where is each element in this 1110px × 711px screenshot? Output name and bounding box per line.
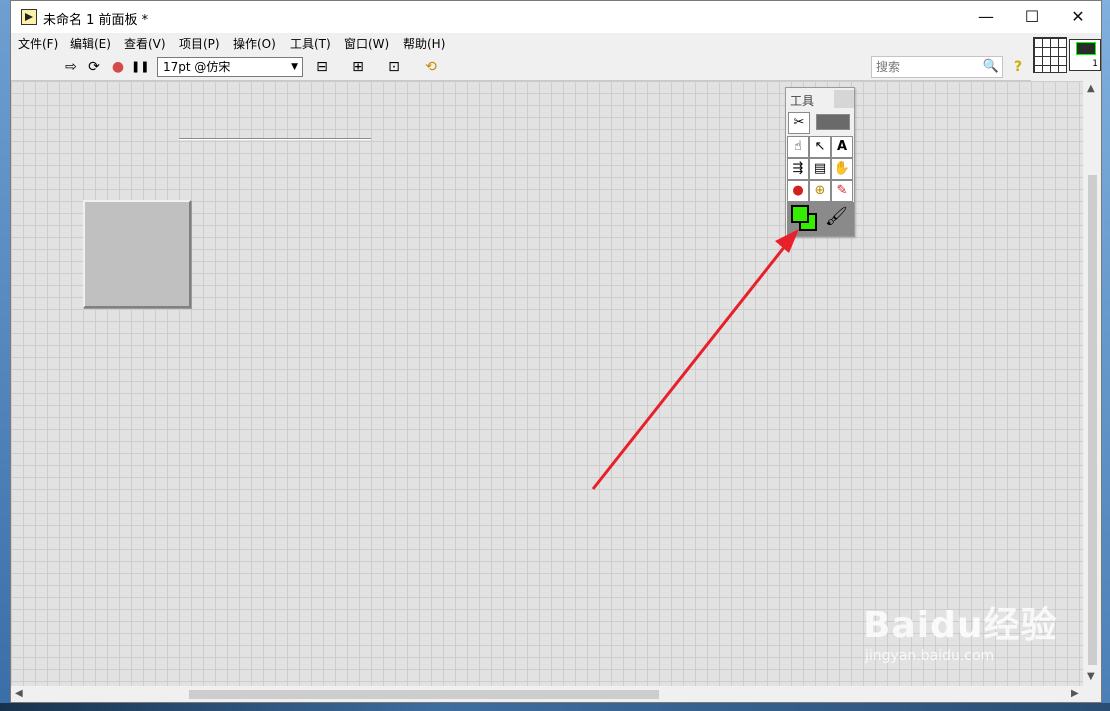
- search-field[interactable]: 🔍: [871, 56, 1003, 78]
- menu-help[interactable]: 帮助(H): [403, 35, 445, 52]
- set-color-tool[interactable]: 🖌: [787, 202, 854, 236]
- labview-front-panel-window: 未命名 1 前面板 * — ☐ ✕ 文件(F) 编辑(E) 查看(V) 项目(P…: [10, 0, 1102, 703]
- search-input[interactable]: [876, 59, 976, 75]
- watermark-brand: Baidu经验: [863, 596, 1058, 648]
- probe-tool-icon[interactable]: ⊕: [809, 180, 831, 202]
- tools-palette: 工具 ✂ ☝ ↖ A ⇶ ▤ ✋ ● ⊕ ✎ 🖌: [785, 87, 855, 237]
- align-objects-icon[interactable]: ⊟: [309, 58, 335, 76]
- breakpoint-tool-icon[interactable]: ●: [787, 180, 809, 202]
- run-arrow-icon[interactable]: ⇨: [63, 58, 79, 76]
- scroll-right-arrow-icon[interactable]: ▶: [1071, 688, 1079, 699]
- automatic-led-icon[interactable]: [816, 114, 850, 130]
- scroll-down-arrow-icon[interactable]: ▼: [1087, 671, 1095, 682]
- menu-project[interactable]: 项目(P): [179, 35, 220, 52]
- desktop-bottom: [0, 703, 1110, 711]
- tools-palette-title: 工具: [790, 94, 815, 108]
- desktop-left: [0, 0, 10, 711]
- close-button[interactable]: ✕: [1055, 1, 1101, 33]
- decoration-raised-box[interactable]: [83, 200, 191, 308]
- watermark-brand-left: Bai: [863, 605, 931, 646]
- reorder-icon[interactable]: ⟲: [417, 58, 445, 76]
- scroll-left-arrow-icon[interactable]: ◀: [15, 688, 23, 699]
- menubar: 文件(F) 编辑(E) 查看(V) 项目(P) 操作(O) 工具(T) 窗口(W…: [11, 33, 1031, 53]
- operate-value-tool-icon[interactable]: ☝: [787, 136, 809, 158]
- menu-tools[interactable]: 工具(T): [290, 35, 331, 52]
- shortcut-menu-tool-icon[interactable]: ▤: [809, 158, 831, 180]
- toolbar: ⇨ ⟳ ● ❚❚ 17pt @仿宋 ▼ ⊟ ⊞ ⊡ ⟲ 🔍 ?: [11, 53, 1031, 81]
- pause-icon[interactable]: ❚❚: [131, 58, 149, 76]
- paintbrush-icon[interactable]: 🖌: [825, 206, 848, 227]
- chevron-down-icon: ▼: [291, 62, 298, 72]
- scroll-tool-icon[interactable]: ✋: [831, 158, 853, 180]
- menu-edit[interactable]: 编辑(E): [70, 35, 111, 52]
- window-title: 未命名 1 前面板 *: [43, 13, 149, 28]
- horizontal-scroll-thumb[interactable]: [189, 690, 659, 699]
- desktop-right: [1102, 0, 1110, 711]
- distribute-objects-icon[interactable]: ⊞: [345, 58, 371, 76]
- search-icon[interactable]: 🔍: [982, 58, 1000, 76]
- horizontal-scrollbar[interactable]: ◀ ▶: [11, 686, 1101, 702]
- connector-pane[interactable]: [1033, 37, 1067, 73]
- baidu-jingyan-watermark: Baidu经验 jingyan.baidu.com: [863, 596, 1058, 664]
- automatic-tool-icon[interactable]: ✂: [788, 112, 810, 134]
- text-settings-select[interactable]: 17pt @仿宋 ▼: [157, 57, 303, 77]
- decoration-line[interactable]: [179, 138, 371, 140]
- watermark-url: jingyan.baidu.com: [865, 648, 995, 664]
- text-settings-value: 17pt @仿宋: [163, 60, 231, 74]
- vertical-scrollbar[interactable]: ▲ ▼: [1083, 81, 1101, 686]
- watermark-brand-right: du: [930, 605, 984, 646]
- context-help-icon[interactable]: ?: [1011, 58, 1025, 76]
- scroll-up-arrow-icon[interactable]: ▲: [1087, 83, 1095, 94]
- automatic-selection-toggle[interactable]: [834, 90, 854, 108]
- vi-icon-screen: [1076, 42, 1096, 55]
- position-tool-icon[interactable]: ↖: [809, 136, 831, 158]
- watermark-brand-cn: 经验: [983, 605, 1058, 646]
- menu-window[interactable]: 窗口(W): [344, 35, 389, 52]
- run-continuously-icon[interactable]: ⟳: [85, 58, 103, 76]
- maximize-button[interactable]: ☐: [1009, 1, 1055, 33]
- text-tool-icon[interactable]: A: [831, 136, 853, 158]
- minimize-button[interactable]: —: [963, 1, 1009, 33]
- menu-file[interactable]: 文件(F): [18, 35, 58, 52]
- abort-execution-icon[interactable]: ●: [110, 58, 126, 76]
- vi-icon-number: 1: [1092, 59, 1098, 69]
- get-color-tool-icon[interactable]: ✎: [831, 180, 853, 202]
- wiring-tool-icon[interactable]: ⇶: [787, 158, 809, 180]
- resize-objects-icon[interactable]: ⊡: [381, 58, 407, 76]
- titlebar: 未命名 1 前面板 * — ☐ ✕: [11, 1, 1101, 33]
- vertical-scroll-thumb[interactable]: [1088, 175, 1097, 665]
- menu-operate[interactable]: 操作(O): [233, 35, 276, 52]
- menu-view[interactable]: 查看(V): [124, 35, 166, 52]
- vi-icon[interactable]: 1: [1069, 39, 1101, 71]
- labview-app-icon: [21, 9, 37, 25]
- foreground-color-swatch[interactable]: [791, 205, 809, 223]
